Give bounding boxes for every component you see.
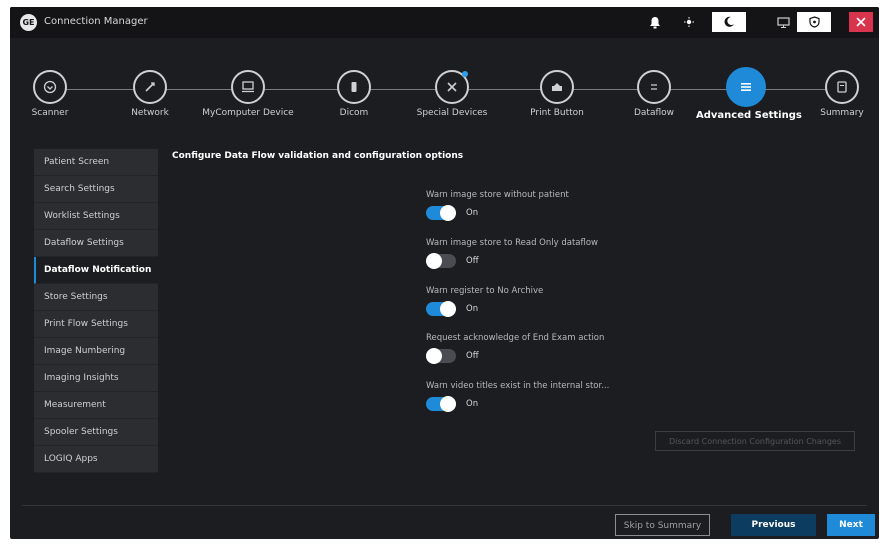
toggle-state: Off [466, 351, 479, 361]
scanner-icon [33, 70, 67, 104]
toggle-knob [440, 396, 456, 412]
app-title: Connection Manager [44, 16, 148, 27]
step-dataflow[interactable]: Dataflow [604, 70, 704, 118]
toggle-switch[interactable] [426, 205, 456, 221]
step-summary[interactable]: Summary [792, 70, 879, 118]
option-warn-store-read-only: Warn image store to Read Only dataflow O… [426, 238, 656, 269]
step-label: Dataflow [633, 108, 675, 118]
option-label: Request acknowledge of End Exam action [426, 333, 605, 343]
sidebar-item-dataflow-notification[interactable]: Dataflow Notification [34, 257, 158, 284]
network-icon [133, 70, 167, 104]
option-label: Warn image store without patient [426, 190, 569, 200]
step-mycomputer-device[interactable]: MyComputer Device [198, 70, 298, 118]
step-label: Scanner [31, 108, 69, 118]
toggle-knob [440, 205, 456, 221]
sidebar-item-print-flow-settings[interactable]: Print Flow Settings [34, 311, 158, 338]
sidebar-item-spooler-settings[interactable]: Spooler Settings [34, 419, 158, 446]
toggle-switch[interactable] [426, 396, 456, 412]
step-dicom[interactable]: Dicom [304, 70, 404, 118]
step-print-button[interactable]: Print Button [507, 70, 607, 118]
option-label: Warn register to No Archive [426, 286, 544, 296]
toggle-switch[interactable] [426, 348, 456, 364]
option-label: Warn video titles exist in the internal … [426, 381, 610, 391]
list-icon [726, 67, 766, 107]
step-label: Dicom [339, 108, 369, 118]
sidebar-item-imaging-insights[interactable]: Imaging Insights [34, 365, 158, 392]
tools-icon [435, 70, 469, 104]
toggle-state: On [466, 208, 479, 218]
sidebar-item-worklist-settings[interactable]: Worklist Settings [34, 203, 158, 230]
sidebar-item-image-numbering[interactable]: Image Numbering [34, 338, 158, 365]
computer-icon [231, 70, 265, 104]
page-heading: Configure Data Flow validation and confi… [172, 151, 464, 161]
step-label: Print Button [530, 108, 584, 118]
dicom-icon [337, 70, 371, 104]
connection-manager-window: GE Connection Manager Scanner Network My… [10, 7, 879, 539]
title-bar: GE Connection Manager [10, 7, 879, 38]
sidebar-item-measurement[interactable]: Measurement [34, 392, 158, 419]
step-label: Network [131, 108, 169, 118]
option-label: Warn image store to Read Only dataflow [426, 238, 599, 248]
monitor-icon[interactable] [770, 12, 796, 32]
sidebar-item-search-settings[interactable]: Search Settings [34, 176, 158, 203]
sun-icon[interactable] [676, 12, 702, 32]
bell-icon[interactable] [642, 12, 668, 32]
toggle-switch[interactable] [426, 253, 456, 269]
settings-sidebar: Patient Screen Search Settings Worklist … [34, 149, 158, 477]
toggle-knob [426, 348, 442, 364]
option-request-ack-end-exam: Request acknowledge of End Exam action O… [426, 333, 656, 364]
dataflow-icon [637, 70, 671, 104]
option-warn-video-titles: Warn video titles exist in the internal … [426, 381, 656, 412]
toggle-state: On [466, 399, 479, 409]
footer-divider [22, 505, 867, 506]
step-advanced-settings[interactable]: Advanced Settings [696, 67, 802, 121]
sidebar-item-dataflow-settings[interactable]: Dataflow Settings [34, 230, 158, 257]
step-label: Special Devices [416, 108, 488, 118]
sidebar-item-patient-screen[interactable]: Patient Screen [34, 149, 158, 176]
step-label: Summary [820, 108, 864, 118]
toggle-knob [440, 301, 456, 317]
step-special-devices[interactable]: Special Devices [402, 70, 502, 118]
option-warn-register-no-archive: Warn register to No Archive On [426, 286, 656, 317]
sidebar-item-store-settings[interactable]: Store Settings [34, 284, 158, 311]
notification-dot [462, 71, 468, 77]
toggle-state: Off [466, 256, 479, 266]
toggle-state: On [466, 304, 479, 314]
ge-logo: GE [20, 14, 37, 31]
sidebar-item-logiq-apps[interactable]: LOGIQ Apps [34, 446, 158, 473]
printer-icon [540, 70, 574, 104]
toggle-knob [426, 253, 442, 269]
toggle-switch[interactable] [426, 301, 456, 317]
option-warn-store-without-patient: Warn image store without patient On [426, 190, 656, 221]
discard-changes-button[interactable]: Discard Connection Configuration Changes [655, 431, 855, 451]
step-label: MyComputer Device [202, 108, 294, 118]
step-network[interactable]: Network [100, 70, 200, 118]
summary-icon [825, 70, 859, 104]
shield-icon[interactable] [797, 12, 831, 32]
moon-icon[interactable] [712, 12, 746, 32]
close-icon[interactable] [849, 12, 873, 32]
next-button[interactable]: Next [827, 514, 875, 536]
step-label: Advanced Settings [696, 110, 802, 121]
step-scanner[interactable]: Scanner [10, 70, 100, 118]
previous-button[interactable]: Previous [731, 514, 816, 536]
skip-to-summary-button[interactable]: Skip to Summary [615, 514, 710, 536]
